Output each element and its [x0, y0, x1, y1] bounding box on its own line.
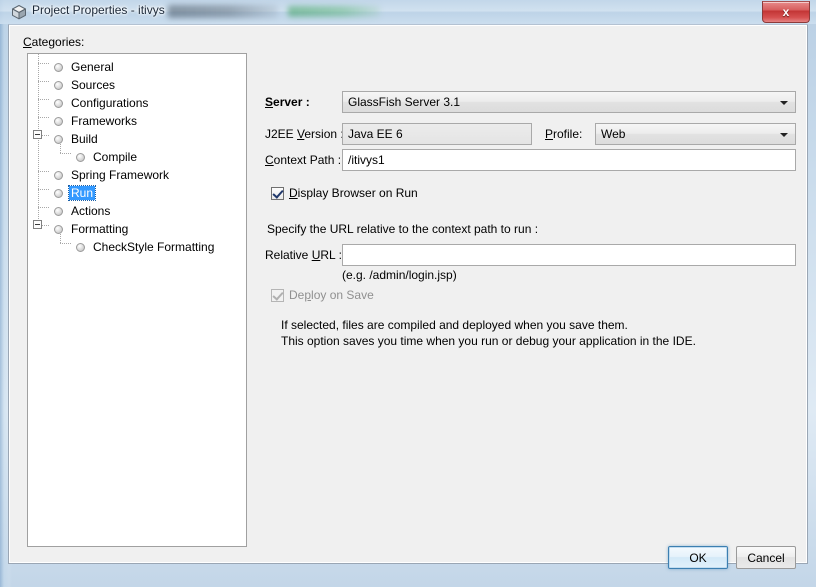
- deploy-on-save-checkbox[interactable]: Deploy on Save: [271, 288, 374, 302]
- j2ee-label-post: ersion :: [304, 127, 344, 141]
- title-bar[interactable]: Project Properties - itivys x: [0, 0, 816, 24]
- j2ee-version-field[interactable]: Java EE 6: [342, 123, 532, 145]
- tree-item-label: Build: [71, 132, 98, 146]
- tree-item-frameworks[interactable]: Frameworks: [28, 112, 246, 130]
- categories-label-mnemonic: C: [23, 35, 32, 49]
- display-browser-mnemonic: D: [289, 186, 298, 200]
- dialog-window: Project Properties - itivys x Categories…: [0, 0, 816, 587]
- tree-node-icon: [54, 134, 63, 144]
- tree-item-label: Formatting: [71, 222, 129, 236]
- url-hint-text: Specify the URL relative to the context …: [267, 222, 539, 236]
- display-browser-label-post: isplay Browser on Run: [297, 186, 418, 200]
- context-path-label-mnemonic: C: [265, 153, 274, 167]
- context-path-label: Context Path :: [265, 153, 341, 167]
- profile-value: Web: [601, 127, 626, 141]
- cube-icon: [11, 4, 27, 20]
- deploy-description-line-2: This option saves you time when you run …: [281, 334, 696, 348]
- run-settings-form: Server : GlassFish Server 3.1 J2EE Versi…: [259, 53, 799, 547]
- tree-item-label: Configurations: [71, 96, 149, 110]
- checkbox-icon: [271, 288, 284, 302]
- j2ee-version-label: J2EE Version :: [265, 127, 344, 141]
- profile-combobox[interactable]: Web: [595, 123, 796, 145]
- tree-item-actions[interactable]: Actions: [28, 202, 246, 220]
- ok-button-label: OK: [689, 550, 707, 565]
- categories-label: Categories:: [23, 35, 84, 49]
- chevron-down-icon: [780, 133, 788, 137]
- categories-tree[interactable]: General Sources Configurations Frameworks Bu…: [27, 53, 247, 547]
- dialog-client-area: Categories: General Sources Configurations…: [8, 24, 808, 569]
- tree-node-icon: [54, 188, 63, 198]
- context-path-field[interactable]: /itivys1: [342, 149, 796, 171]
- checkbox-icon: [271, 186, 284, 200]
- background-bleed-text-2: [288, 6, 380, 17]
- tree-item-label: General: [71, 60, 114, 74]
- tree-item-label: Actions: [71, 204, 111, 218]
- tree-item-checkstyle-formatting[interactable]: CheckStyle Formatting: [28, 238, 246, 256]
- tree-item-run[interactable]: Run: [28, 184, 246, 202]
- profile-label: Profile:: [545, 127, 582, 141]
- tree-node-icon: [54, 116, 63, 126]
- tree-item-formatting[interactable]: Formatting: [28, 220, 246, 238]
- tree-node-icon: [54, 224, 63, 234]
- ok-button[interactable]: OK: [668, 546, 728, 569]
- j2ee-label-pre: J2EE: [265, 127, 298, 141]
- tree-item-label: Sources: [71, 78, 116, 92]
- tree-item-sources[interactable]: Sources: [28, 76, 246, 94]
- display-browser-label: Display Browser on Run: [289, 186, 418, 200]
- tree-node-icon: [54, 170, 63, 180]
- server-label-rest: erver :: [273, 95, 310, 109]
- tree-item-build[interactable]: Build: [28, 130, 246, 148]
- relative-url-label-pre: Relative: [265, 248, 312, 262]
- relative-url-label-post: RL :: [320, 248, 342, 262]
- background-bleed-text-1: [168, 5, 278, 18]
- server-label-mnemonic: S: [265, 95, 274, 109]
- window-title: Project Properties - itivys: [32, 3, 165, 17]
- tree-node-icon: [76, 152, 85, 162]
- relative-url-example: (e.g. /admin/login.jsp): [342, 268, 457, 282]
- context-path-label-post: ontext Path :: [273, 153, 342, 167]
- tree-node-icon: [54, 62, 63, 72]
- tree-item-label: Spring Framework: [71, 168, 170, 182]
- display-browser-checkbox[interactable]: Display Browser on Run: [271, 186, 418, 200]
- profile-label-post: rofile:: [553, 127, 583, 141]
- deploy-label-post: loy on Save: [311, 288, 374, 302]
- context-path-value: /itivys1: [348, 153, 385, 167]
- server-value: GlassFish Server 3.1: [348, 95, 461, 109]
- tree-item-label: CheckStyle Formatting: [93, 240, 215, 254]
- relative-url-label: Relative URL :: [265, 248, 342, 262]
- categories-label-rest: ategories:: [31, 35, 85, 49]
- cancel-button[interactable]: Cancel: [736, 546, 796, 569]
- tree-node-icon: [54, 98, 63, 108]
- tree-item-configurations[interactable]: Configurations: [28, 94, 246, 112]
- tree-item-compile[interactable]: Compile: [28, 148, 246, 166]
- tree-node-icon: [76, 242, 85, 252]
- tree-item-label: Run: [67, 185, 97, 201]
- deploy-label-pre: De: [289, 288, 305, 302]
- close-icon: x: [782, 5, 790, 19]
- server-label: Server :: [265, 95, 310, 109]
- deploy-description-line-1: If selected, files are compiled and depl…: [281, 318, 628, 332]
- relative-url-field[interactable]: [342, 244, 796, 266]
- tree-node-icon: [54, 80, 63, 90]
- tree-item-general[interactable]: General: [28, 58, 246, 76]
- tree-item-label: Frameworks: [71, 114, 138, 128]
- cancel-button-label: Cancel: [747, 550, 785, 565]
- close-button[interactable]: x: [762, 1, 810, 23]
- chevron-down-icon: [780, 101, 788, 105]
- tree-item-label: Compile: [93, 150, 138, 164]
- tree-node-icon: [54, 206, 63, 216]
- server-combobox[interactable]: GlassFish Server 3.1: [342, 91, 796, 113]
- deploy-on-save-label: Deploy on Save: [289, 288, 374, 302]
- tree-item-spring-framework[interactable]: Spring Framework: [28, 166, 246, 184]
- j2ee-version-value: Java EE 6: [348, 127, 403, 141]
- profile-label-mnemonic: P: [545, 127, 554, 141]
